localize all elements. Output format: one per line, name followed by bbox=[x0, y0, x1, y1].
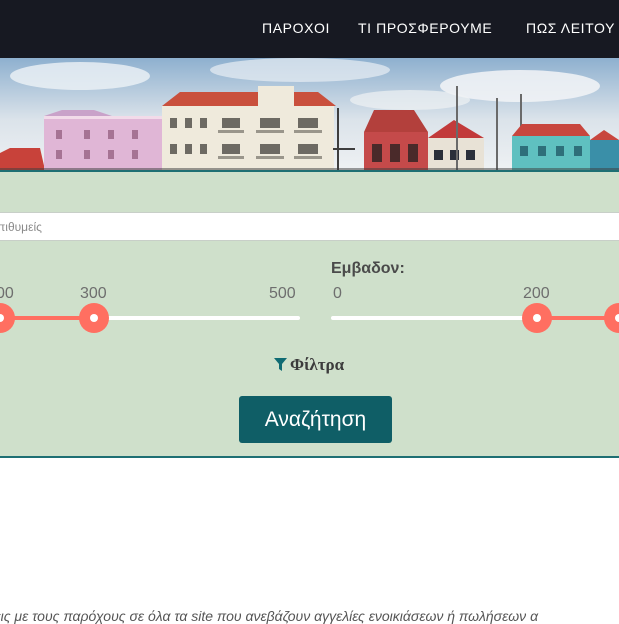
filters-toggle[interactable]: Φίλτρα bbox=[274, 355, 344, 376]
area-tick-min: 0 bbox=[333, 285, 342, 302]
price-tick-mid: 300 bbox=[80, 285, 107, 302]
filters-label: Φίλτρα bbox=[290, 355, 345, 374]
funnel-icon bbox=[274, 356, 287, 376]
price-slider-max-handle[interactable] bbox=[79, 303, 109, 333]
price-tick-min: 00 bbox=[0, 285, 14, 302]
area-label: Εμβαδον: bbox=[331, 260, 405, 277]
hero-banner-image bbox=[0, 58, 619, 170]
nav-item-providers[interactable]: ΠΑΡΟΧΟΙ bbox=[262, 20, 330, 36]
keyword-search-input[interactable] bbox=[0, 212, 619, 241]
top-nav: ΠΑΡΟΧΟΙ ΤΙ ΠΡΟΣΦΕΡΟΥΜΕ ΠΩΣ ΛΕΙΤΟΥ bbox=[0, 0, 619, 58]
nav-item-what-we-offer[interactable]: ΤΙ ΠΡΟΣΦΕΡΟΥΜΕ bbox=[358, 20, 492, 36]
search-panel: 00 300 500 Εμβαδον: 0 200 Φίλτρα Αναζήτη… bbox=[0, 170, 619, 458]
search-button[interactable]: Αναζήτηση bbox=[239, 396, 392, 443]
area-slider-max-handle[interactable] bbox=[604, 303, 619, 333]
area-tick-mid: 200 bbox=[523, 285, 550, 302]
area-slider-min-handle[interactable] bbox=[522, 303, 552, 333]
nav-item-how-it-works[interactable]: ΠΩΣ ΛΕΙΤΟΥ bbox=[526, 20, 615, 36]
intro-text: σεις με τους παρόχους σε όλα τα site που… bbox=[0, 608, 539, 624]
price-tick-max: 500 bbox=[269, 285, 296, 302]
price-slider-min-handle[interactable] bbox=[0, 303, 15, 333]
